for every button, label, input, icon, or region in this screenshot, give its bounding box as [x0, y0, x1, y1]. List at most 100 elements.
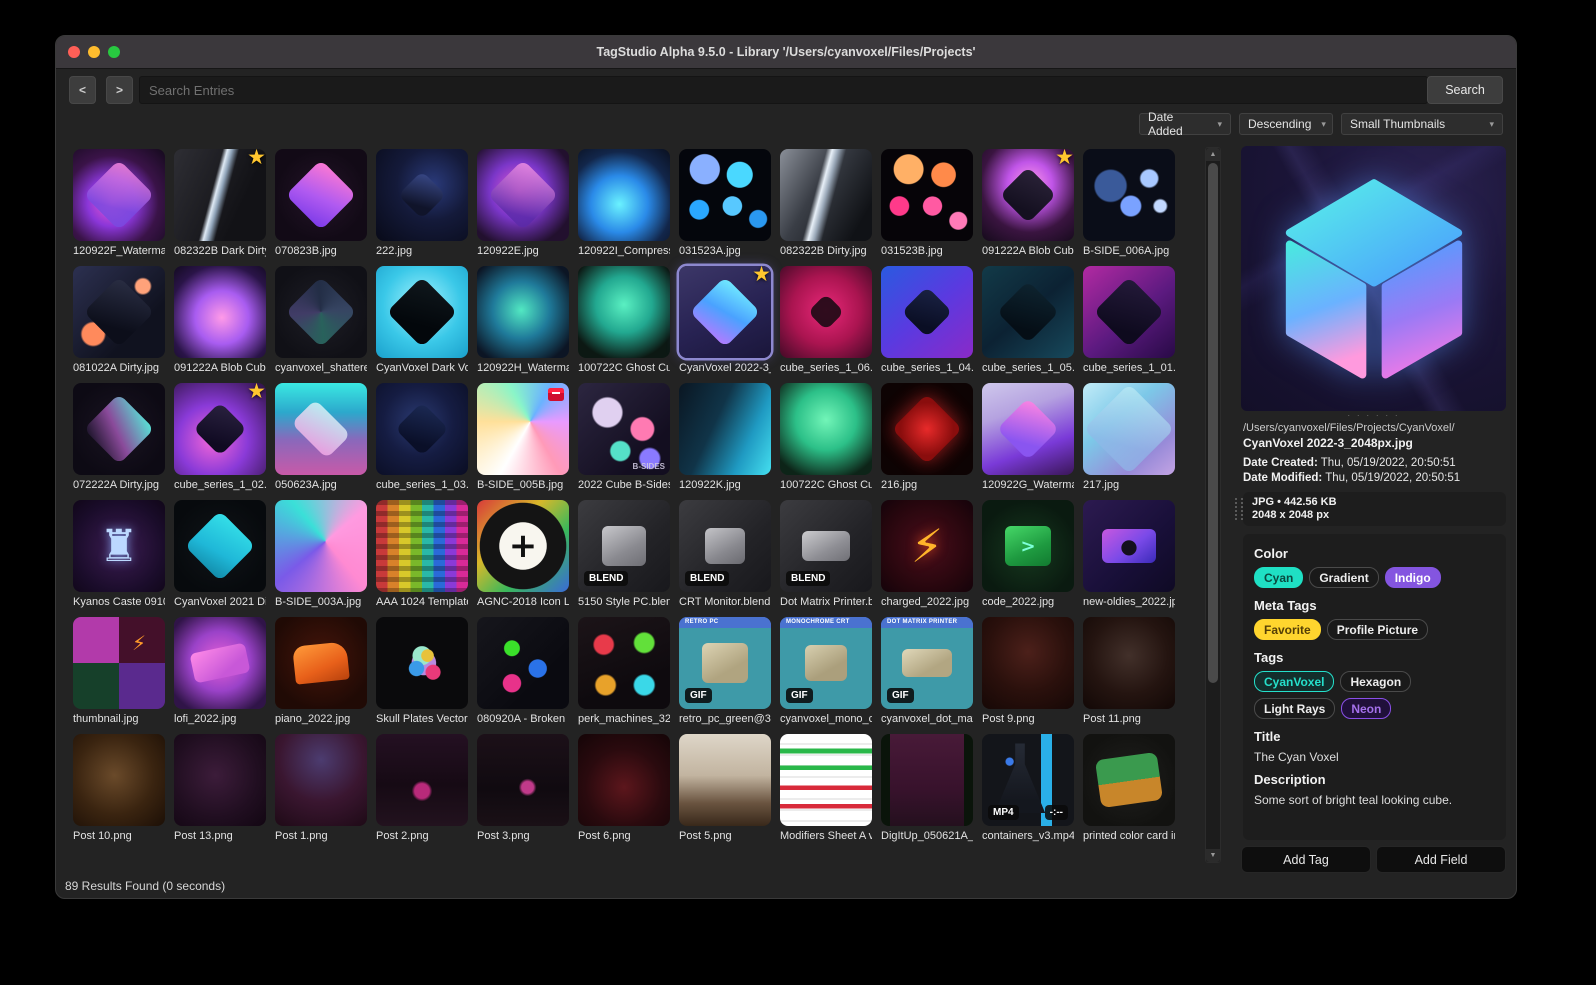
grid-item[interactable]: AAA 1024 Template [376, 500, 468, 609]
grid-item[interactable]: printed color card in [1083, 734, 1175, 843]
grid-item[interactable]: 120922H_Watermark [477, 266, 569, 375]
tag-light-rays[interactable]: Light Rays [1254, 698, 1336, 719]
grid-item[interactable]: CyanVoxel 2021 Dis [174, 500, 266, 609]
grid-item-thumbnail[interactable]: ● [1083, 500, 1175, 592]
grid-item[interactable]: MONOCHROME CRT GIF cyanvoxel_mono_cr [780, 617, 872, 726]
grid-item-thumbnail[interactable] [477, 266, 569, 358]
grid-item-thumbnail[interactable] [982, 617, 1074, 709]
grid-item[interactable]: 072222A Dirty.jpg [73, 383, 165, 492]
grid-item-thumbnail[interactable]: ★ [174, 149, 266, 241]
tag-indigo[interactable]: Indigo [1384, 567, 1441, 588]
grid-item-thumbnail[interactable]: ♜ [73, 500, 165, 592]
grid-item[interactable]: B-SIDE_006A.jpg [1083, 149, 1175, 258]
grid-item[interactable]: ⚡ thumbnail.jpg [73, 617, 165, 726]
grid-item[interactable]: B-SIDE_005B.jpg [477, 383, 569, 492]
grid-item[interactable]: 216.jpg [881, 383, 973, 492]
grid-item-thumbnail[interactable] [881, 266, 973, 358]
grid-item-thumbnail[interactable] [578, 617, 670, 709]
grid-item-thumbnail[interactable] [376, 149, 468, 241]
grid-item-thumbnail[interactable]: BLEND [780, 500, 872, 592]
grid-item-thumbnail[interactable] [780, 266, 872, 358]
grid-item[interactable]: ★ 091222A Blob Cube [982, 149, 1074, 258]
maximize-window-icon[interactable] [108, 46, 120, 58]
grid-item-thumbnail[interactable]: ⚡ [73, 617, 165, 709]
grid-item-thumbnail[interactable]: ★ [174, 383, 266, 475]
grid-item[interactable]: 100722C Ghost Cub [578, 266, 670, 375]
grid-item-thumbnail[interactable] [1083, 617, 1175, 709]
grid-item-thumbnail[interactable] [174, 266, 266, 358]
grid-item[interactable]: > code_2022.jpg [982, 500, 1074, 609]
grid-item[interactable]: ● new-oldies_2022.jp [1083, 500, 1175, 609]
grid-item-thumbnail[interactable] [1083, 734, 1175, 826]
file-name[interactable]: CyanVoxel 2022-3_2048px.jpg [1243, 436, 1505, 450]
grid-item-thumbnail[interactable] [881, 149, 973, 241]
grid-item-thumbnail[interactable]: ★ [982, 149, 1074, 241]
grid-item[interactable]: Post 11.png [1083, 617, 1175, 726]
grid-item-thumbnail[interactable] [376, 617, 468, 709]
grid-item[interactable]: 120922K.jpg [679, 383, 771, 492]
grid-item-thumbnail[interactable] [73, 266, 165, 358]
grid-item[interactable]: BLEND Dot Matrix Printer.b [780, 500, 872, 609]
grid-item[interactable]: 120922F_Watermark [73, 149, 165, 258]
grid-item-thumbnail[interactable]: MONOCHROME CRT GIF [780, 617, 872, 709]
grid-item-thumbnail[interactable] [578, 149, 670, 241]
grid-item-thumbnail[interactable] [275, 500, 367, 592]
sort-field-dropdown[interactable]: Date Added ▾ [1139, 110, 1231, 138]
grid-item[interactable]: cube_series_1_01.j [1083, 266, 1175, 375]
grid-item-thumbnail[interactable]: RETRO PC GIF [679, 617, 771, 709]
grid-item[interactable]: BLEND 5150 Style PC.blend [578, 500, 670, 609]
grid-item[interactable]: 070823B.jpg [275, 149, 367, 258]
grid-item-thumbnail[interactable]: ★ [679, 266, 771, 358]
grid-item[interactable]: Post 10.png [73, 734, 165, 843]
grid-item-thumbnail[interactable] [477, 149, 569, 241]
scrollbar-thumb[interactable] [1208, 163, 1218, 683]
grid-item[interactable]: Post 1.png [275, 734, 367, 843]
grid-item[interactable]: 082322B Dirty.jpg [780, 149, 872, 258]
grid-item[interactable]: cube_series_1_06.j [780, 266, 872, 375]
grid-item-thumbnail[interactable] [982, 266, 1074, 358]
grid-item[interactable]: ★ cube_series_1_02.j [174, 383, 266, 492]
grid-item-thumbnail[interactable] [1083, 266, 1175, 358]
grid-item[interactable]: ♜ Kyanos Caste 0910 [73, 500, 165, 609]
grid-item[interactable]: ⚡ charged_2022.jpg [881, 500, 973, 609]
grid-item-thumbnail[interactable]: BLEND [679, 500, 771, 592]
grid-item[interactable]: Post 3.png [477, 734, 569, 843]
grid-item[interactable]: MP4 -:-- containers_v3.mp4 [982, 734, 1074, 843]
grid-item-thumbnail[interactable] [376, 266, 468, 358]
grid-item-thumbnail[interactable]: B-SIDES [578, 383, 670, 475]
file-path[interactable]: /Users/cyanvoxel/Files/Projects/CyanVoxe… [1243, 422, 1505, 434]
grid-item[interactable]: 217.jpg [1083, 383, 1175, 492]
close-window-icon[interactable] [68, 46, 80, 58]
grid-item[interactable]: ★ CyanVoxel 2022-3_ [679, 266, 771, 375]
sort-order-dropdown[interactable]: Descending ▾ [1239, 113, 1333, 135]
grid-item-thumbnail[interactable] [376, 734, 468, 826]
grid-item-thumbnail[interactable] [982, 383, 1074, 475]
grid-item-thumbnail[interactable] [578, 266, 670, 358]
grid-item[interactable]: 120922I_Compressed [578, 149, 670, 258]
scroll-up-icon[interactable]: ▲ [1206, 148, 1220, 161]
grid-item[interactable]: RETRO PC GIF retro_pc_green@3x [679, 617, 771, 726]
grid-item[interactable]: B-SIDE_003A.jpg [275, 500, 367, 609]
forward-button[interactable]: > [106, 76, 133, 104]
grid-item-thumbnail[interactable]: MP4 -:-- [982, 734, 1074, 826]
grid-item-thumbnail[interactable] [376, 500, 468, 592]
grid-item[interactable]: 091222A Blob Cube [174, 266, 266, 375]
tag-cyan[interactable]: Cyan [1254, 567, 1304, 588]
grid-item-thumbnail[interactable] [477, 617, 569, 709]
title-field-value[interactable]: The Cyan Voxel [1254, 750, 1495, 764]
grid-item[interactable]: piano_2022.jpg [275, 617, 367, 726]
grid-item-thumbnail[interactable] [174, 500, 266, 592]
grid-item[interactable]: lofi_2022.jpg [174, 617, 266, 726]
back-button[interactable]: < [69, 76, 96, 104]
grid-item[interactable]: 031523B.jpg [881, 149, 973, 258]
field-drag-handle[interactable] [1235, 498, 1243, 520]
grid-item-thumbnail[interactable] [376, 383, 468, 475]
grid-item-thumbnail[interactable]: + [477, 500, 569, 592]
grid-item-thumbnail[interactable] [679, 149, 771, 241]
grid-item-thumbnail[interactable] [881, 383, 973, 475]
grid-item-thumbnail[interactable] [73, 149, 165, 241]
grid-item[interactable]: perk_machines_32p [578, 617, 670, 726]
grid-item-thumbnail[interactable]: DOT MATRIX PRINTER GIF [881, 617, 973, 709]
grid-item-thumbnail[interactable] [780, 149, 872, 241]
grid-item[interactable]: Post 2.png [376, 734, 468, 843]
